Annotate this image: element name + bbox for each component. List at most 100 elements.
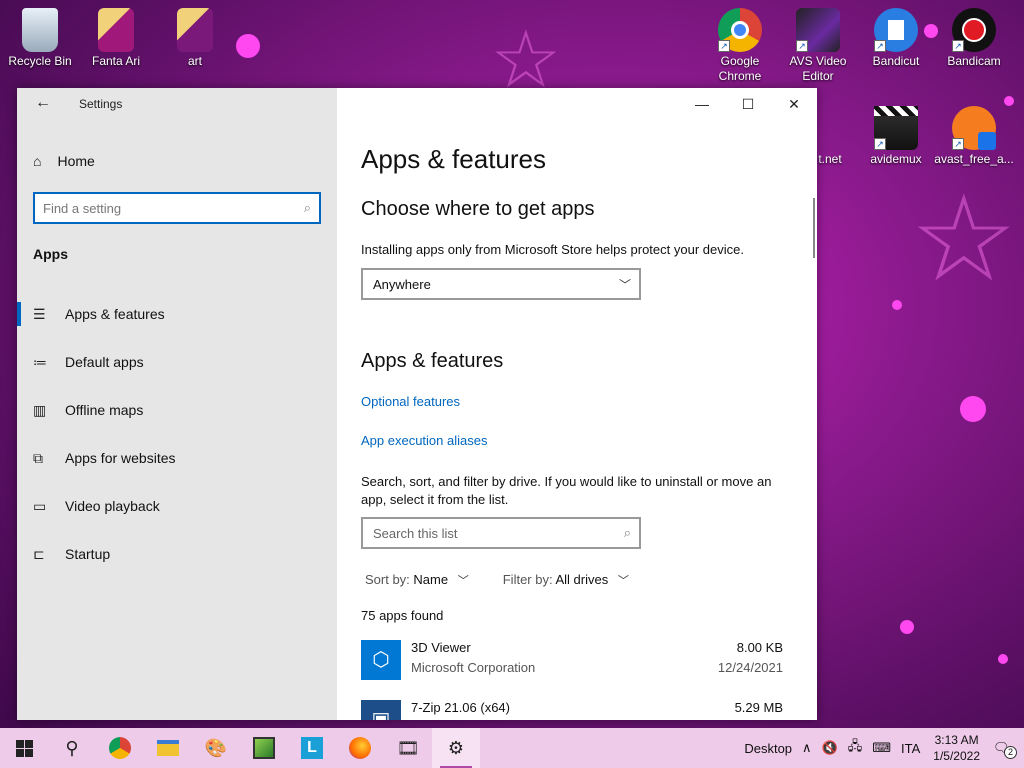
settings-content: — ☐ ✕ Apps & features Choose where to ge… bbox=[337, 88, 817, 720]
filter-by-dropdown[interactable]: Filter by: All drives ﹀ bbox=[503, 572, 629, 588]
shortcut-arrow-icon: ↗ bbox=[796, 40, 808, 52]
taskbar-settings[interactable]: ⚙ bbox=[432, 728, 480, 768]
language-indicator[interactable]: ITA bbox=[896, 741, 925, 756]
sidebar-item-apps-for-websites[interactable]: ⧉ Apps for websites bbox=[17, 434, 337, 482]
back-button[interactable]: ← bbox=[31, 94, 55, 114]
map-icon: ▥ bbox=[33, 401, 47, 418]
app-date: 12/24/2021 bbox=[717, 660, 783, 675]
chrome-icon bbox=[109, 737, 131, 759]
desktop-icon-recycle-bin[interactable]: Recycle Bin bbox=[0, 8, 80, 69]
filter-label: Filter by: bbox=[502, 572, 553, 587]
sidebar-nav: ☰ Apps & features ≔ Default apps ▥ Offli… bbox=[17, 290, 337, 578]
settings-sidebar: ← Settings ⌂ Home ⌕ Apps ☰ Apps & featur… bbox=[17, 88, 337, 720]
shortcut-arrow-icon: ↗ bbox=[874, 138, 886, 150]
volume-muted-icon[interactable]: 🔇 bbox=[817, 740, 843, 756]
caption-buttons: — ☐ ✕ bbox=[679, 88, 817, 120]
shortcut-arrow-icon: ↗ bbox=[952, 40, 964, 52]
scrollbar[interactable] bbox=[813, 198, 815, 258]
notification-center[interactable]: 🗨 2 bbox=[988, 740, 1024, 759]
folder-icon bbox=[177, 8, 213, 52]
windows-icon bbox=[15, 739, 33, 757]
sidebar-item-offline-maps[interactable]: ▥ Offline maps bbox=[17, 386, 337, 434]
home-icon: ⌂ bbox=[33, 153, 42, 169]
network-icon[interactable]: 🖧 bbox=[843, 737, 868, 759]
sidebar-item-startup[interactable]: ⊏ Startup bbox=[17, 530, 337, 578]
home-label: Home bbox=[57, 153, 95, 169]
sidebar-item-default-apps[interactable]: ≔ Default apps bbox=[17, 338, 337, 386]
app-execution-aliases-link[interactable]: App execution aliases bbox=[361, 433, 487, 448]
desktop-icon-fanta-ari[interactable]: Fanta Ari bbox=[76, 8, 156, 69]
keyboard-icon[interactable]: ⌨ bbox=[867, 740, 896, 756]
desktop-toolbar[interactable]: Desktop bbox=[739, 741, 797, 756]
app-size: 8.00 KB bbox=[736, 640, 783, 655]
app-list-item[interactable]: ⬡ 3D Viewer Microsoft Corporation 8.00 K… bbox=[361, 636, 783, 688]
sidebar-item-label: Startup bbox=[65, 546, 111, 562]
choose-heading: Choose where to get apps bbox=[361, 198, 595, 220]
sidebar-item-apps-features[interactable]: ☰ Apps & features bbox=[17, 290, 337, 338]
desktop-icon-avast[interactable]: ↗ avast_free_a... bbox=[934, 106, 1014, 167]
taskbar-firefox[interactable] bbox=[336, 728, 384, 768]
chevron-down-icon: ﹀ bbox=[617, 575, 629, 587]
taskbar-file-explorer[interactable] bbox=[144, 728, 192, 768]
find-setting-input[interactable] bbox=[43, 194, 293, 222]
taskbar-l-app[interactable]: L bbox=[288, 728, 336, 768]
film-icon: 🎞 bbox=[396, 737, 420, 758]
desktop-icon-avs-video-editor[interactable]: ↗ AVS Video Editor bbox=[778, 8, 858, 84]
chevron-down-icon: ﹀ bbox=[618, 278, 631, 292]
sidebar-item-label: Apps for websites bbox=[65, 450, 176, 466]
film-icon: ↗ bbox=[796, 8, 840, 52]
folder-icon bbox=[157, 740, 179, 756]
taskbar-chrome[interactable] bbox=[96, 728, 144, 768]
sort-value: Name bbox=[413, 572, 449, 587]
web-app-icon: ⧉ bbox=[33, 449, 43, 466]
taskbar-video-editor[interactable]: 🎞 bbox=[384, 728, 432, 768]
maximize-button[interactable]: ☐ bbox=[725, 88, 771, 120]
sidebar-item-label: Video playback bbox=[65, 498, 160, 514]
chrome-icon: ↗ bbox=[718, 8, 762, 52]
app-list-search[interactable]: ⌕ bbox=[361, 517, 641, 549]
sort-by-dropdown[interactable]: Sort by: Name ﹀ bbox=[365, 572, 469, 588]
clock-date: 1/5/2022 bbox=[933, 749, 980, 763]
desktop-icon-bandicut[interactable]: ↗ Bandicut bbox=[856, 8, 936, 69]
taskbar-paint[interactable]: 🎨 bbox=[192, 728, 240, 768]
app-list-search-input[interactable] bbox=[373, 519, 613, 547]
dropdown-value: Anywhere bbox=[373, 276, 431, 292]
desktop-icon-avidemux[interactable]: ↗ avidemux bbox=[856, 106, 936, 167]
start-button[interactable] bbox=[0, 728, 48, 768]
folder-icon bbox=[98, 8, 134, 52]
optional-features-link[interactable]: Optional features bbox=[361, 394, 460, 409]
landscape-icon bbox=[253, 737, 275, 759]
video-icon: ▭ bbox=[33, 497, 47, 514]
desktop-icon-google-chrome[interactable]: ↗ Google Chrome bbox=[700, 8, 780, 84]
desktop-icon-label: avidemux bbox=[870, 152, 922, 166]
firefox-icon bbox=[349, 737, 371, 759]
app-source-dropdown[interactable]: Anywhere ﹀ bbox=[361, 268, 641, 300]
gear-icon: ⚙ bbox=[447, 737, 465, 758]
desktop-icon-label: Bandicut bbox=[872, 54, 920, 68]
find-setting-search[interactable]: ⌕ bbox=[33, 192, 321, 224]
features-heading: Apps & features bbox=[361, 350, 504, 372]
section-label: Apps bbox=[33, 246, 68, 262]
taskbar-photo-app[interactable] bbox=[240, 728, 288, 768]
shortcut-arrow-icon: ↗ bbox=[874, 40, 886, 52]
home-nav-item[interactable]: ⌂ Home bbox=[33, 150, 95, 172]
choose-description: Installing apps only from Microsoft Stor… bbox=[361, 242, 744, 257]
shortcut-arrow-icon: ↗ bbox=[952, 138, 964, 150]
app-publisher: Microsoft Corporation bbox=[411, 660, 536, 675]
app-list-item[interactable]: ▣ 7-Zip 21.06 (x64) 5.29 MB bbox=[361, 696, 783, 720]
desktop-icon-label: Recycle Bin bbox=[8, 54, 72, 68]
desktop-icon-bandicam[interactable]: ↗ Bandicam bbox=[934, 8, 1014, 69]
filter-value: All drives bbox=[555, 572, 609, 587]
sidebar-item-label: Default apps bbox=[65, 354, 144, 370]
search-button[interactable]: ⚲ bbox=[48, 728, 96, 768]
chevron-down-icon: ﹀ bbox=[457, 575, 469, 587]
title-bar[interactable]: ← Settings bbox=[17, 88, 337, 120]
app-name: 3D Viewer bbox=[411, 640, 471, 655]
clock[interactable]: 3:13 AM 1/5/2022 bbox=[925, 732, 988, 764]
minimize-button[interactable]: — bbox=[679, 88, 725, 120]
desktop-icon-art[interactable]: art bbox=[155, 8, 235, 69]
chevron-up-icon[interactable]: ∧ bbox=[797, 740, 817, 756]
close-button[interactable]: ✕ bbox=[771, 88, 817, 120]
sidebar-item-video-playback[interactable]: ▭ Video playback bbox=[17, 482, 337, 530]
sort-filter-row: Sort by: Name ﹀ Filter by: All drives ﹀ bbox=[365, 572, 629, 588]
